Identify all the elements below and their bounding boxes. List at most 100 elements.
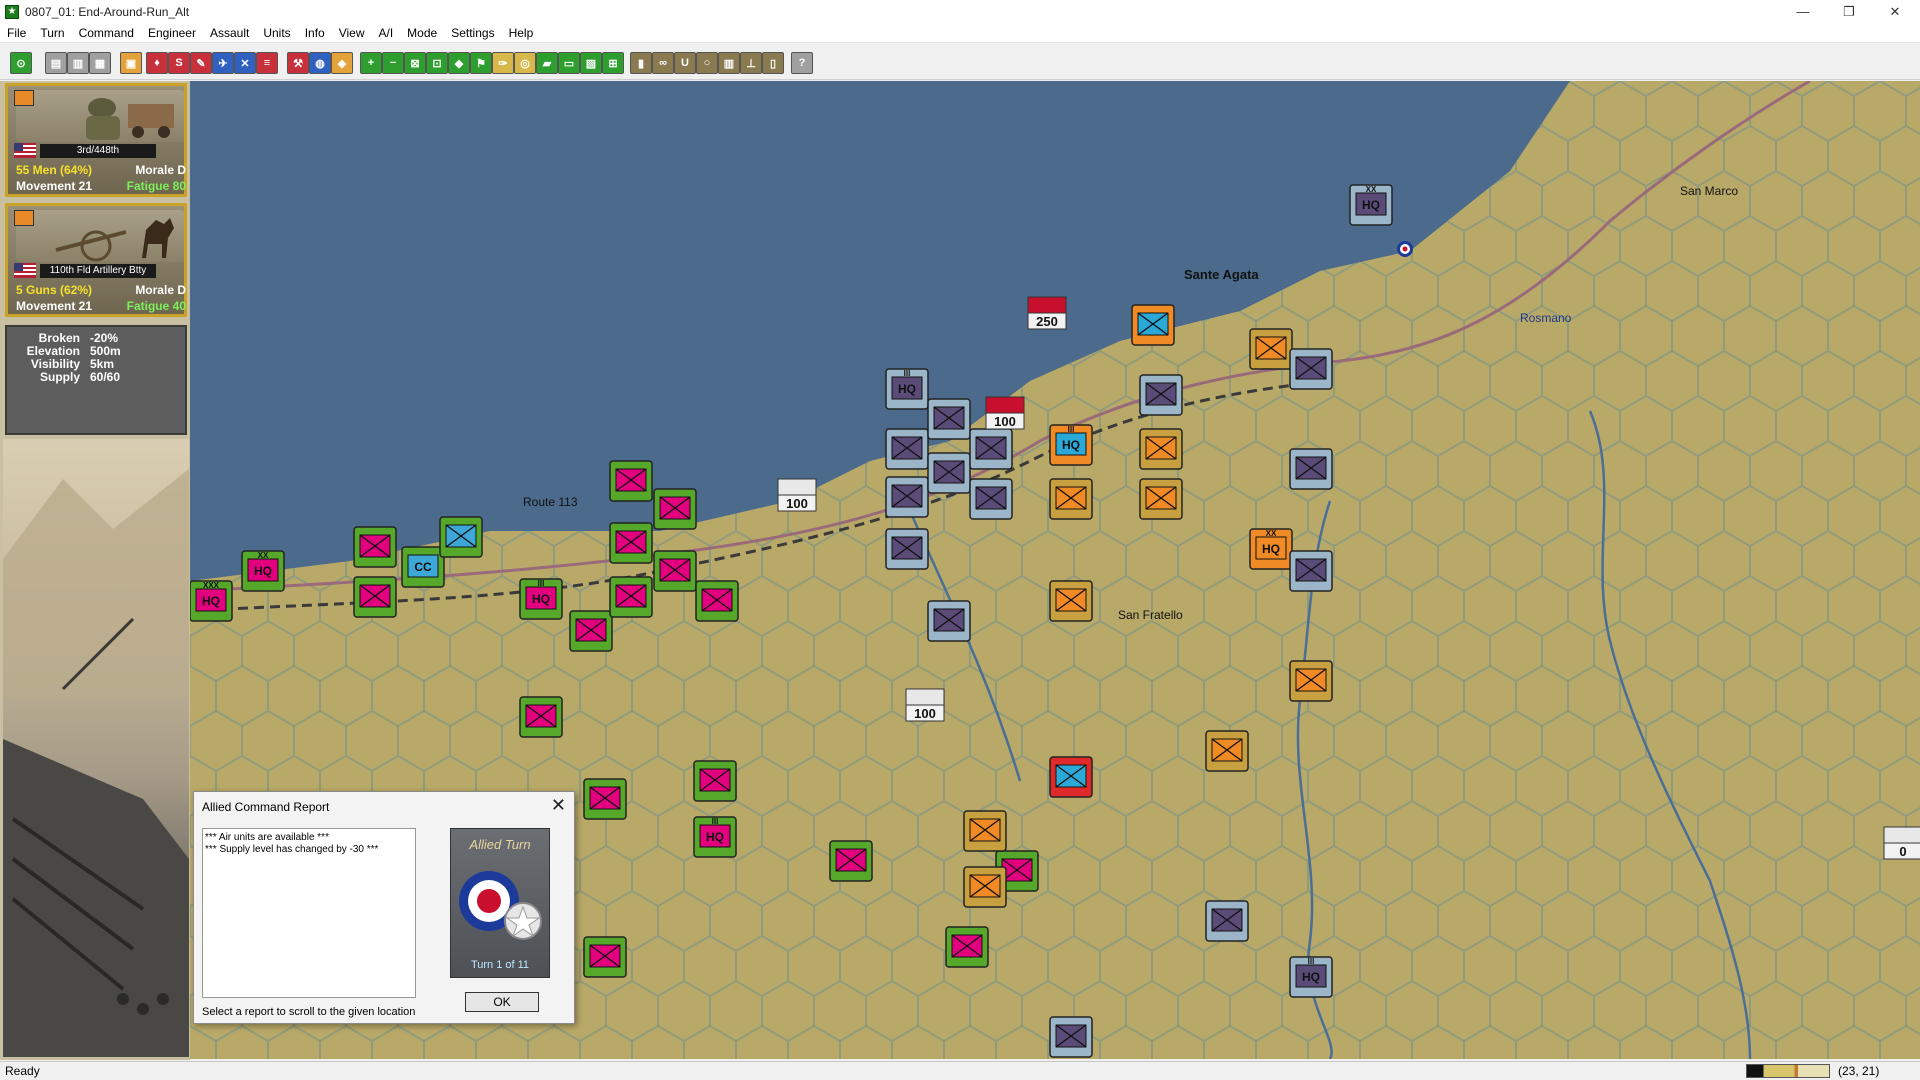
fit-icon[interactable]: ⊡ [426, 52, 448, 74]
hq-unit-counter[interactable]: HQ III [519, 578, 563, 620]
unit-counter[interactable] [353, 526, 397, 568]
close-icon[interactable]: ✕ [551, 795, 566, 816]
hq-unit-counter[interactable]: HQ XXX [190, 580, 233, 622]
hq-unit-counter[interactable]: HQ XX [241, 550, 285, 592]
open-icon[interactable]: ▥ [67, 52, 89, 74]
hq-unit-counter[interactable]: HQ XX [1249, 528, 1293, 570]
report-list[interactable]: *** Air units are available *** *** Supp… [202, 828, 416, 998]
layers-icon[interactable]: ▰ [536, 52, 558, 74]
hq-unit-counter[interactable]: HQ III [693, 816, 737, 858]
unit-counter[interactable] [927, 452, 971, 494]
lock-icon[interactable]: ▮ [630, 52, 652, 74]
unit-counter[interactable] [695, 580, 739, 622]
wrench-icon[interactable]: ✑ [492, 52, 514, 74]
unit-counter[interactable] [1049, 756, 1093, 798]
unit-counter[interactable] [693, 760, 737, 802]
menu-mode[interactable]: Mode [400, 23, 444, 43]
unit-counter[interactable] [927, 398, 971, 440]
stack-marker[interactable]: 100 [985, 396, 1025, 430]
ok-button[interactable]: OK [465, 992, 539, 1012]
map-icon[interactable]: ▧ [580, 52, 602, 74]
unit-counter[interactable] [1049, 478, 1093, 520]
unit-counter[interactable] [519, 696, 563, 738]
circle-icon[interactable]: ○ [696, 52, 718, 74]
report-item[interactable]: *** Air units are available *** [205, 832, 413, 844]
unit-counter[interactable] [963, 810, 1007, 852]
unit-counter[interactable] [885, 428, 929, 470]
report-item[interactable]: *** Supply level has changed by -30 *** [205, 844, 413, 856]
cross-icon[interactable]: ✕ [234, 52, 256, 74]
hq-unit-counter[interactable]: HQ III [1049, 424, 1093, 466]
menu-command[interactable]: Command [72, 23, 141, 43]
globe-icon[interactable]: ◍ [309, 52, 331, 74]
print-icon[interactable]: ▦ [89, 52, 111, 74]
hex-grid-icon[interactable]: ⊠ [404, 52, 426, 74]
air-icon[interactable]: ✈ [212, 52, 234, 74]
unit-counter[interactable]: CC [401, 546, 445, 588]
unit-counter[interactable] [969, 428, 1013, 470]
unit-counter[interactable] [829, 840, 873, 882]
zoom-in-icon[interactable]: + [360, 52, 382, 74]
unit-counter[interactable] [609, 522, 653, 564]
binoculars-icon[interactable]: ∞ [652, 52, 674, 74]
unit-counter[interactable] [583, 778, 627, 820]
unit-counter[interactable] [1289, 660, 1333, 702]
close-button[interactable]: ✕ [1872, 0, 1918, 23]
stack-marker[interactable]: 100 [905, 688, 945, 722]
artillery-icon[interactable]: ✎ [190, 52, 212, 74]
unit-counter[interactable] [1289, 448, 1333, 490]
zoom-out-icon[interactable]: − [382, 52, 404, 74]
unit-counter[interactable] [653, 550, 697, 592]
menu-info[interactable]: Info [298, 23, 332, 43]
menu-engineer[interactable]: Engineer [141, 23, 203, 43]
unit-counter[interactable] [1205, 900, 1249, 942]
menu-file[interactable]: File [0, 23, 33, 43]
monitor-icon[interactable]: ▭ [558, 52, 580, 74]
hq-unit-counter[interactable]: HQ XX [1349, 184, 1393, 226]
unit-card-infantry[interactable]: 3rd/448th 55 Men (64%) Morale D Movement… [5, 83, 187, 197]
shield-icon[interactable]: ♦ [146, 52, 168, 74]
save-icon[interactable]: ▤ [45, 52, 67, 74]
unit-counter[interactable] [963, 866, 1007, 908]
diamond-icon[interactable]: ◆ [448, 52, 470, 74]
unit-counter[interactable] [1049, 580, 1093, 622]
unit-counter[interactable] [1139, 478, 1183, 520]
flag-icon[interactable]: ⚑ [470, 52, 492, 74]
target-icon[interactable]: ⊙ [10, 52, 32, 74]
building-icon[interactable]: ▥ [718, 52, 740, 74]
unit-counter[interactable] [653, 488, 697, 530]
unit-counter[interactable] [609, 576, 653, 618]
unit-counter[interactable] [569, 610, 613, 652]
unit-counter[interactable] [609, 460, 653, 502]
menu-view[interactable]: View [332, 23, 372, 43]
shield-small-icon[interactable]: ◈ [331, 52, 353, 74]
unit-counter[interactable] [1139, 428, 1183, 470]
coin-icon[interactable]: ◎ [514, 52, 536, 74]
unit-counter[interactable] [353, 576, 397, 618]
card-icon[interactable]: ▯ [762, 52, 784, 74]
unit-counter[interactable] [945, 926, 989, 968]
stack-marker[interactable]: 0 [1883, 826, 1920, 860]
u-icon[interactable]: U [674, 52, 696, 74]
menu-settings[interactable]: Settings [444, 23, 501, 43]
hq-unit-counter[interactable]: HQ III [885, 368, 929, 410]
unit-counter[interactable] [969, 478, 1013, 520]
help-icon[interactable]: ? [791, 52, 813, 74]
menu-units[interactable]: Units [256, 23, 297, 43]
tree-icon[interactable]: ⊥ [740, 52, 762, 74]
unit-counter[interactable] [583, 936, 627, 978]
unit-counter[interactable] [1049, 1016, 1093, 1058]
minimize-button[interactable]: — [1780, 0, 1826, 23]
unit-counter[interactable] [1289, 550, 1333, 592]
unit-info-icon[interactable]: ▣ [120, 52, 142, 74]
menu-assault[interactable]: Assault [203, 23, 256, 43]
menu-turn[interactable]: Turn [33, 23, 71, 43]
unit-counter[interactable] [439, 516, 483, 558]
stack-marker[interactable]: 100 [777, 478, 817, 512]
stack-marker[interactable]: 250 [1027, 296, 1067, 330]
unit-counter[interactable] [1205, 730, 1249, 772]
unit-counter[interactable] [885, 476, 929, 518]
unit-counter[interactable] [927, 600, 971, 642]
unit-counter[interactable] [1131, 304, 1175, 346]
network-icon[interactable]: ⊞ [602, 52, 624, 74]
